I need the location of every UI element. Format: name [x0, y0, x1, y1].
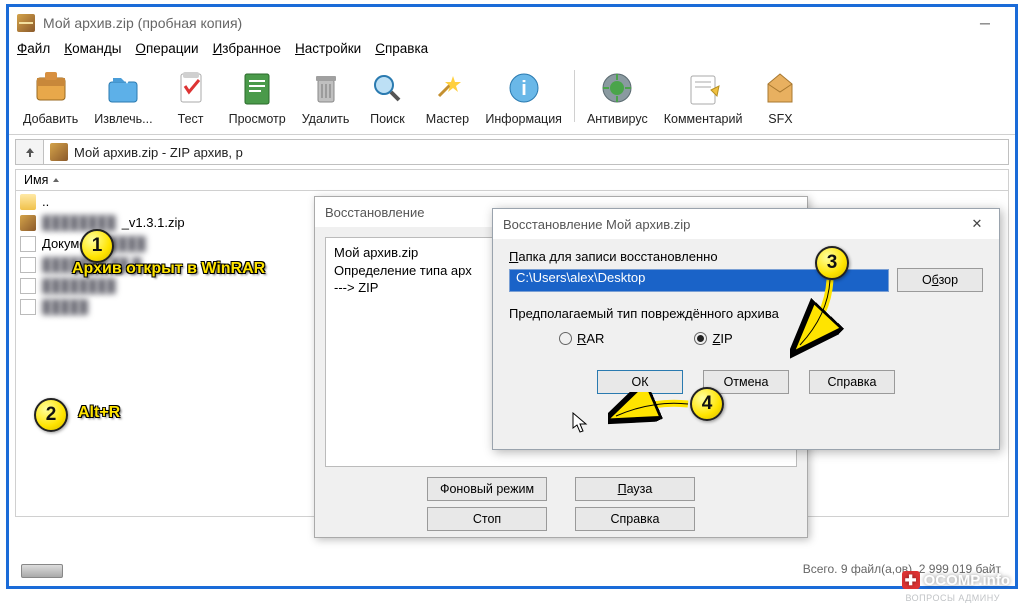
arrow-4	[608, 392, 698, 432]
titlebar: Мой архив.zip (пробная копия) ─	[9, 7, 1015, 39]
extract-button[interactable]: Извлечь...	[86, 64, 160, 128]
menu-file[interactable]: Файл	[17, 41, 50, 56]
add-button[interactable]: Добавить	[15, 64, 86, 128]
folder-label: Папка для записи восстановленно	[509, 249, 983, 264]
ok-button[interactable]: ОК	[597, 370, 683, 394]
window-title: Мой архив.zip (пробная копия)	[43, 15, 242, 31]
sfx-button[interactable]: SFX	[750, 64, 810, 128]
pause-button[interactable]: Пауза	[575, 477, 695, 501]
sfx-icon	[758, 66, 802, 110]
doc-icon	[20, 299, 36, 315]
menu-commands[interactable]: Команды	[64, 41, 121, 56]
anno-text-2: Alt+R	[78, 404, 120, 422]
delete-button[interactable]: Удалить	[294, 64, 358, 128]
menubar: Файл Команды Операции Избранное Настройк…	[9, 39, 1015, 60]
test-icon	[169, 66, 213, 110]
browse-button[interactable]: Обзор	[897, 268, 983, 292]
up-button[interactable]	[16, 140, 44, 164]
badge-1: 1	[80, 229, 114, 263]
doc-icon	[20, 278, 36, 294]
archive-icon	[50, 143, 68, 161]
comment-icon	[681, 66, 725, 110]
folder-icon	[20, 194, 36, 210]
find-icon	[365, 66, 409, 110]
menu-operations[interactable]: Операции	[135, 41, 198, 56]
menu-favorites[interactable]: Избранное	[213, 41, 281, 56]
zip-icon	[20, 215, 36, 231]
test-button[interactable]: Тест	[161, 64, 221, 128]
winrar-icon	[17, 14, 35, 32]
find-button[interactable]: Поиск	[357, 64, 417, 128]
hw-indicator	[21, 564, 63, 578]
statusbar: Всего. 9 файл(а,ов), 2 999 019 байт	[15, 558, 1009, 580]
doc-icon	[20, 257, 36, 273]
arrow-3	[790, 275, 850, 365]
help-button[interactable]: Справка	[575, 507, 695, 531]
toolbar: Добавить Извлечь... Тест Просмотр Удалит…	[9, 60, 1015, 135]
badge-2: 2	[34, 398, 68, 432]
wizard-icon	[425, 66, 469, 110]
antivirus-icon	[595, 66, 639, 110]
svg-text:i: i	[521, 78, 527, 100]
view-icon	[235, 66, 279, 110]
address-bar[interactable]: Мой архив.zip - ZIP архив, р	[15, 139, 1009, 165]
menu-help[interactable]: Справка	[375, 41, 428, 56]
extract-icon	[101, 66, 145, 110]
background-button[interactable]: Фоновый режим	[427, 477, 547, 501]
delete-icon	[304, 66, 348, 110]
column-header[interactable]: Имя	[15, 169, 1009, 191]
doc-icon	[20, 236, 36, 252]
badge-4: 4	[690, 387, 724, 421]
add-icon	[29, 66, 73, 110]
mouse-cursor	[572, 412, 590, 434]
help-button[interactable]: Справка	[809, 370, 895, 394]
minimize-button[interactable]: ─	[963, 8, 1007, 38]
antivirus-button[interactable]: Антивирус	[579, 64, 656, 128]
info-button[interactable]: i Информация	[477, 64, 570, 128]
rar-radio[interactable]: RAR	[559, 331, 604, 346]
wizard-button[interactable]: Мастер	[417, 64, 477, 128]
dialog-title: Восстановление Мой архив.zip	[503, 217, 690, 232]
menu-settings[interactable]: Настройки	[295, 41, 361, 56]
comment-button[interactable]: Комментарий	[656, 64, 751, 128]
watermark-icon: ✚	[902, 571, 920, 589]
type-label: Предполагаемый тип повреждённого aрхива	[509, 306, 983, 321]
address-path: Мой архив.zip - ZIP архив, р	[74, 145, 243, 160]
zip-radio[interactable]: ZIP	[694, 331, 732, 346]
badge-3: 3	[815, 246, 849, 280]
watermark-subtitle: ВОПРОСЫ АДМИНУ	[905, 593, 1000, 603]
repair-dialog: Восстановление Мой архив.zip ✕ Папка для…	[492, 208, 1000, 450]
view-button[interactable]: Просмотр	[221, 64, 294, 128]
stop-button[interactable]: Стоп	[427, 507, 547, 531]
watermark: ✚ OCOMP.info	[902, 571, 1010, 589]
sort-icon	[52, 176, 60, 184]
close-button[interactable]: ✕	[965, 216, 989, 232]
col-name: Имя	[24, 173, 48, 187]
info-icon: i	[502, 66, 546, 110]
anno-text-1: Архив открыт в WinRAR	[72, 260, 265, 278]
